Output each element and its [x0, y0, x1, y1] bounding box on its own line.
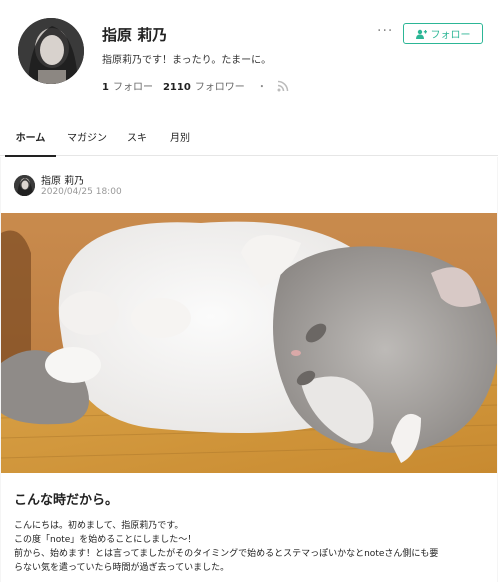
follower-stat[interactable]: 2110 フォロワー	[163, 78, 245, 93]
more-icon[interactable]: ···	[377, 24, 393, 38]
following-count: 1	[102, 82, 109, 93]
post-paragraph: らない気を遣っていたら時間が過ぎ去っていました。	[14, 563, 230, 573]
rss-icon[interactable]	[277, 80, 289, 92]
profile-bio: 指原莉乃です！まったり。たまーに。	[102, 55, 272, 66]
avatar[interactable]	[18, 18, 84, 84]
separator: ・	[256, 82, 267, 93]
follower-label: フォロワー	[194, 82, 245, 93]
tab-monthly[interactable]: 月別	[163, 117, 197, 156]
follow-button[interactable]: フォロー	[403, 23, 483, 44]
following-label: フォロー	[112, 82, 153, 93]
profile-header: 指原 莉乃 指原莉乃です！まったり。たまーに。 1 フォロー 2110 フォロワー …	[0, 0, 498, 112]
follower-count: 2110	[162, 82, 191, 93]
following-stat[interactable]: 1 フォロー	[102, 78, 153, 93]
post-paragraph: この度「note」を始めることにしました〜！	[14, 535, 197, 545]
post-body: こんにちは。初めまして、指原莉乃です。 この度「note」を始めることにしました…	[14, 519, 488, 575]
post-image[interactable]	[1, 213, 497, 473]
tab-bar: ホーム マガジン スキ 月別	[0, 117, 498, 157]
post-title[interactable]: こんな時だから。	[14, 489, 118, 508]
post-author[interactable]: 指原 莉乃	[41, 172, 84, 187]
author-avatar[interactable]	[14, 175, 35, 196]
post-paragraph: 前から、始めます！とは言ってましたがそのタイミングで始めるとステマっぽいかなとn…	[14, 549, 439, 559]
add-user-icon	[415, 29, 427, 39]
tab-likes[interactable]: スキ	[122, 117, 152, 156]
profile-stats: 1 フォロー 2110 フォロワー ・	[102, 78, 289, 93]
post-date: 2020/04/25 18:00	[41, 187, 122, 197]
tab-magazine[interactable]: マガジン	[62, 117, 112, 156]
post-paragraph: こんにちは。初めまして、指原莉乃です。	[14, 521, 184, 531]
profile-name: 指原 莉乃	[102, 26, 168, 44]
follow-button-label: フォロー	[430, 30, 471, 41]
tab-home[interactable]: ホーム	[5, 117, 56, 157]
